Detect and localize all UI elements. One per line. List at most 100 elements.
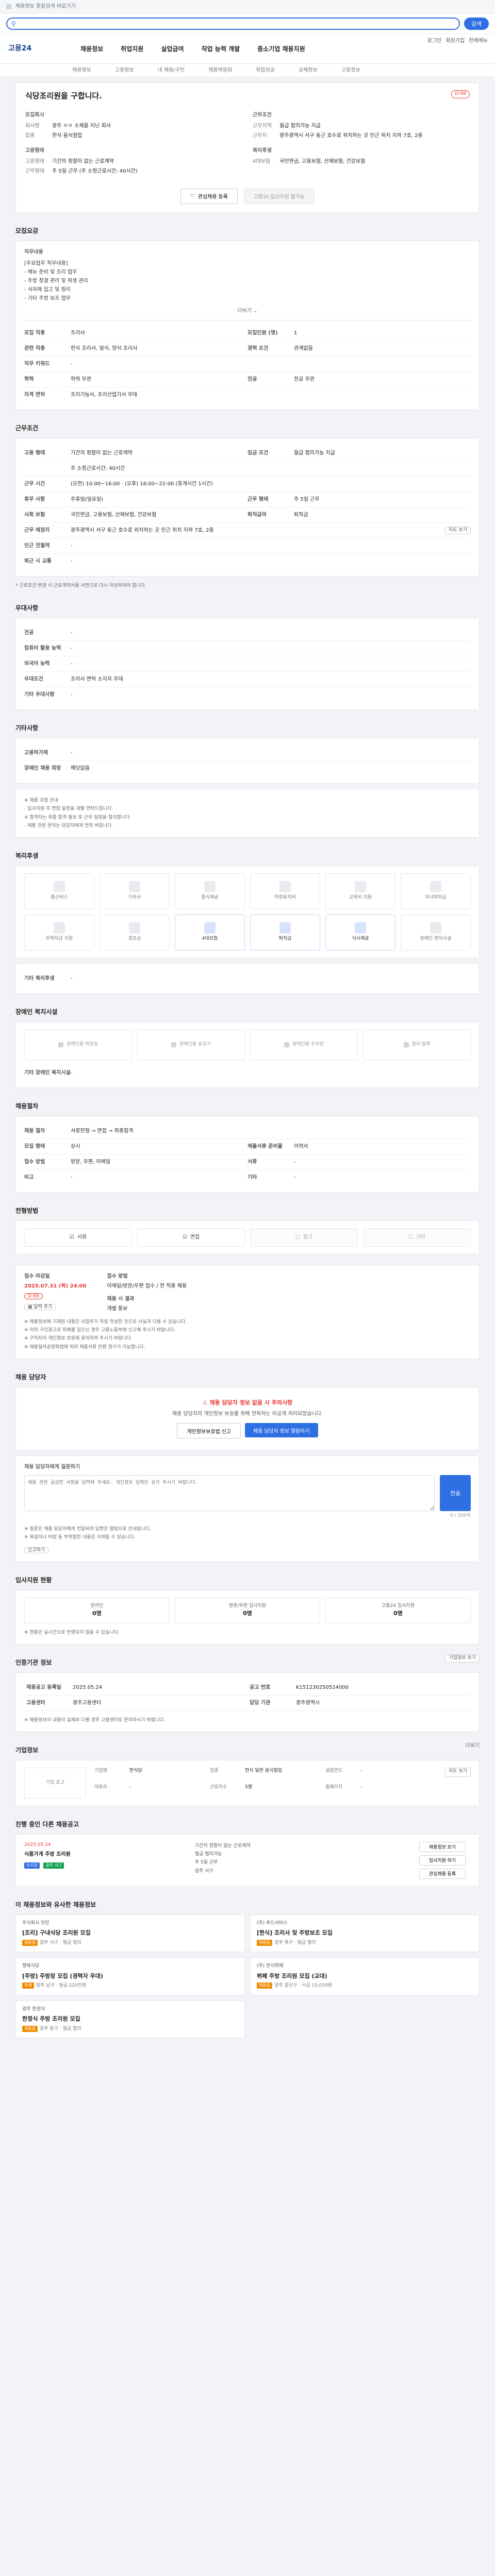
similar-meta-text: 광주 동구 · 월급 협의	[40, 2026, 81, 2031]
qa-submit-button[interactable]: 전송	[440, 1475, 471, 1512]
header-link-menu[interactable]: 전체메뉴	[469, 37, 488, 45]
welfare-icon	[129, 881, 140, 893]
similar-job-card[interactable]: (주) 푸드서비스 [한식] 조리사 및 주방보조 모집 채용중 광주 북구 · 월급…	[250, 1914, 480, 1953]
similar-meta-text: 광주 광산구 · 시급 10,030원	[274, 1983, 333, 1989]
checkbox-checked-icon: ☑	[182, 1234, 187, 1241]
header-link-join[interactable]: 회원가입	[446, 37, 465, 45]
similar-title[interactable]: 뷔페 주방 조리원 모집 (교대)	[257, 1972, 473, 1981]
welfare-item: 4대보험	[175, 914, 245, 951]
status-item: 온라인 0명	[24, 1597, 170, 1623]
disability-item: 장애인용 주차장	[250, 1029, 358, 1060]
etc-row: 장애인 채용 희망 해당없음	[24, 766, 90, 772]
parking-icon	[284, 1042, 290, 1047]
gnb-item[interactable]: 실업급여	[161, 44, 184, 54]
section-title-company: 기업정보	[15, 1746, 39, 1754]
gnb-item[interactable]: 취업지원	[121, 44, 143, 54]
contact-alert: ⚠ 채용 담당자 정보 없음 시 주의사항	[202, 1399, 293, 1406]
job-summary-card: 식당조리원을 구합니다. D-68 모집회사 회사명 광주 ㅇㅇ 소재을 지닌 회…	[15, 82, 480, 213]
welfare-row: 4대보험 국민연금, 고용보험, 산재보험, 건강보험	[253, 158, 366, 164]
top-notice-text[interactable]: 채용정보 통합검색 바로가기	[15, 3, 76, 10]
report-button[interactable]: 신고하기	[24, 1547, 49, 1554]
welfare-item-label: 자녀학자금	[425, 895, 447, 901]
similar-job-card[interactable]: (주) 한식뷔페 뷔페 주방 조리원 모집 (교대) 채용중 광주 광산구 · 시급 …	[250, 1957, 480, 1995]
etc-note-list: ※ 채용 과정 안내 - 입사지원 후 면접 일정을 개별 연락드립니다. ※ …	[24, 798, 131, 828]
similar-grid: 주식회사 맛찬 [조리] 구내식당 조리원 모집 채용중 광주 서구 · 월급 협의(…	[15, 1914, 480, 2039]
similar-company: (주) 한식뷔페	[257, 1963, 284, 1969]
similar-job-card[interactable]: 광주 한정식 한정식 주방 조리원 모집 채용중 광주 동구 · 월급 협의	[15, 2000, 245, 2039]
scrap-button[interactable]: ♡ 관심채용 등록	[180, 188, 238, 204]
company-more-link[interactable]: 더보기	[465, 1742, 480, 1750]
site-header: 고용24 로그인 회원가입 전체메뉴 채용정보 취업지원 실업급여 직업 능력 …	[0, 34, 495, 64]
method-item-label: 서류	[77, 1234, 87, 1241]
recent-job-title[interactable]: 식품가게 주방 조리원	[24, 1851, 187, 1858]
work-row: 휴무 사항 주휴일(일요일) 근무 형태 주 5일 근무	[24, 492, 471, 507]
header-link-login[interactable]: 로그인	[427, 37, 442, 45]
apply-button[interactable]: 고용24 입사지원 불가능	[243, 188, 315, 204]
company-info-button[interactable]: 기업정보 보기	[445, 1654, 480, 1663]
map-button[interactable]: 지도 보기	[445, 526, 471, 534]
company-map-button[interactable]: 지도 보기	[445, 1767, 471, 1777]
toilet-icon	[58, 1042, 64, 1047]
search-input[interactable]	[19, 20, 455, 27]
report-privacy-button[interactable]: 개인정보보호법 신고	[177, 1423, 241, 1439]
section-title-method: 전형방법	[15, 1207, 39, 1214]
similar-company: 광주 한정식	[22, 2006, 45, 2012]
similar-title[interactable]: [주방] 주방장 모집 (경력자 우대)	[22, 1972, 238, 1981]
similar-title[interactable]: 한정식 주방 조리원 모집	[22, 2015, 238, 2024]
lnb-item[interactable]: 공채정보	[299, 66, 318, 74]
lnb-item[interactable]: 고용정보	[115, 66, 134, 74]
condition-row: 근무지 광주광역시 서구 둥근 호수로 위치하는 곳 인근 위치 지하 7호, 2…	[253, 132, 423, 139]
search-button[interactable]: 검색	[464, 17, 489, 30]
site-logo[interactable]: 고용24	[8, 43, 70, 54]
welfare-etc: 기타 복리후생 -	[15, 963, 480, 994]
condition-summary: 근무조건 근무지역 월급 협의가능 지급 근무지 광주광역시 서구 둥근 호수로 위…	[253, 111, 470, 177]
recent-view-button[interactable]: 채용정보 보기	[419, 1841, 466, 1852]
lnb-item[interactable]: 고용정보	[341, 66, 360, 74]
welfare-icon	[430, 922, 441, 934]
disability-etc-row: 기타 장애인 복지시설 -	[24, 1070, 73, 1076]
welfare-icon	[204, 922, 216, 934]
lnb-item[interactable]: 채용박람회	[208, 66, 232, 74]
view-contact-button[interactable]: 채용 담당자 정보 열람하기	[245, 1423, 318, 1438]
process-row: 접수 방법 방문, 우편, 이메일 서류 -	[24, 1155, 471, 1170]
similar-title[interactable]: [한식] 조리사 및 주방보조 모집	[257, 1929, 473, 1938]
method-item: ☐ 필기	[250, 1228, 358, 1247]
welfare-grid: 통근버스 기숙사 중식제공 차량유지비 교육비 지원 자녀학자금 주택자금 지원 경조금 4대보…	[24, 873, 471, 951]
recent-apply-button[interactable]: 입사지원 하기	[419, 1855, 466, 1866]
welfare-icon	[430, 881, 441, 893]
apply-status-card: 온라인 0명 방문/우편 입사지원 0명 고용24 입사지원 0명 ※ 현황은 실시간…	[15, 1589, 480, 1645]
work-row: 고용 형태 기간의 정함이 없는 근로계약 임금 조건 월급 협의가능 지급	[24, 446, 471, 461]
recent-scrap-button[interactable]: 관심채용 등록	[419, 1868, 466, 1879]
welfare-icon	[129, 922, 140, 934]
gnb-item[interactable]: 채용정보	[80, 44, 103, 54]
recruit-row: 직무 키워드 -	[24, 357, 471, 372]
gnb-item[interactable]: 직업 능력 개발	[202, 44, 240, 54]
similar-job-card[interactable]: 행복식당 [주방] 주방장 모집 (경력자 우대) 우대 광주 남구 · 월급 220…	[15, 1957, 245, 1995]
calendar-button[interactable]: ▦ 달력 추가	[24, 1304, 56, 1311]
work-note: * 근로조건 변경 시 근로계약서를 서면으로 다시 작성하여야 합니다.	[15, 583, 146, 588]
qa-textarea[interactable]	[24, 1475, 435, 1512]
process-card: 채용 절차 서류전형 → 면접 → 최종합격 모집 형태 상시 제출서류 준비물 이력서…	[15, 1115, 480, 1193]
company-row: 회사명 광주 ㅇㅇ 소재을 지닌 회사	[25, 123, 111, 129]
welfare-icon	[279, 881, 291, 893]
welfare-icon	[355, 881, 366, 893]
deadline-step: 접수 마감일 2025.07.31 (목) 24:00 D-68 ▦ 달력 추가	[24, 1273, 86, 1311]
contact-buttons: 개인정보보호법 신고 채용 담당자 정보 열람하기	[24, 1423, 471, 1439]
similar-tag: 채용중	[22, 1939, 38, 1946]
similar-title[interactable]: [조리] 구내식당 조리원 모집	[22, 1929, 238, 1938]
lnb-item[interactable]: 채용정보	[72, 66, 91, 74]
search-box[interactable]: ⚲	[6, 17, 460, 30]
lnb-item[interactable]: 취업성공	[256, 66, 275, 74]
header-links: 로그인 회원가입 전체메뉴	[427, 37, 488, 45]
more-button[interactable]: 더보기 ⌄	[24, 307, 471, 315]
recent-buttons: 채용정보 보기 입사지원 하기 관심채용 등록	[414, 1841, 471, 1879]
welfare-item-label: 장애인 편의시설	[420, 936, 452, 942]
method-item-label: 필기	[303, 1234, 313, 1241]
similar-job-card[interactable]: 주식회사 맛찬 [조리] 구내식당 조리원 모집 채용중 광주 서구 · 월급 협의	[15, 1914, 245, 1953]
job-title: 식당조리원을 구합니다.	[25, 91, 102, 100]
section-title-apply-status: 입사지원 현황	[15, 1576, 52, 1584]
status-item: 고용24 입사지원 0명	[325, 1597, 471, 1623]
lnb-item[interactable]: 내 채용/구인	[158, 66, 185, 74]
work-row: 인근 전철역 -	[24, 538, 471, 554]
gnb-item[interactable]: 중소기업 채용지원	[257, 44, 305, 54]
